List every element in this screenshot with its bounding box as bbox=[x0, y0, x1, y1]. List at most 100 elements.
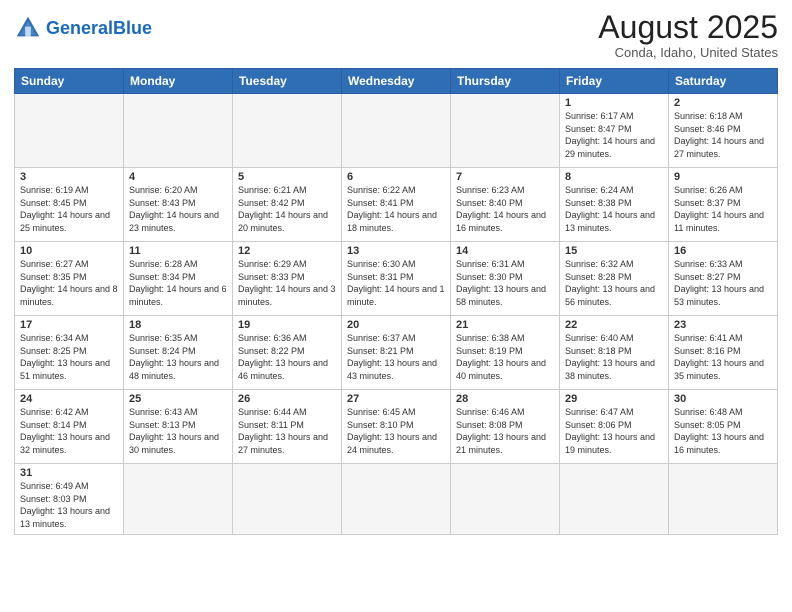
day-number: 31 bbox=[20, 467, 118, 479]
calendar-cell: 24Sunrise: 6:42 AM Sunset: 8:14 PM Dayli… bbox=[15, 390, 124, 464]
day-number: 5 bbox=[238, 171, 336, 183]
day-info: Sunrise: 6:44 AM Sunset: 8:11 PM Dayligh… bbox=[238, 406, 336, 456]
day-number: 9 bbox=[674, 171, 772, 183]
day-number: 16 bbox=[674, 245, 772, 257]
calendar-cell: 13Sunrise: 6:30 AM Sunset: 8:31 PM Dayli… bbox=[342, 242, 451, 316]
calendar-cell: 29Sunrise: 6:47 AM Sunset: 8:06 PM Dayli… bbox=[560, 390, 669, 464]
day-number: 28 bbox=[456, 393, 554, 405]
logo-icon bbox=[14, 14, 42, 42]
day-info: Sunrise: 6:18 AM Sunset: 8:46 PM Dayligh… bbox=[674, 110, 772, 160]
day-info: Sunrise: 6:48 AM Sunset: 8:05 PM Dayligh… bbox=[674, 406, 772, 456]
day-info: Sunrise: 6:20 AM Sunset: 8:43 PM Dayligh… bbox=[129, 184, 227, 234]
calendar-cell bbox=[233, 94, 342, 168]
header: GeneralBlue August 2025 Conda, Idaho, Un… bbox=[14, 10, 778, 60]
calendar-cell: 27Sunrise: 6:45 AM Sunset: 8:10 PM Dayli… bbox=[342, 390, 451, 464]
day-info: Sunrise: 6:19 AM Sunset: 8:45 PM Dayligh… bbox=[20, 184, 118, 234]
calendar-cell: 18Sunrise: 6:35 AM Sunset: 8:24 PM Dayli… bbox=[124, 316, 233, 390]
day-info: Sunrise: 6:22 AM Sunset: 8:41 PM Dayligh… bbox=[347, 184, 445, 234]
calendar-cell: 3Sunrise: 6:19 AM Sunset: 8:45 PM Daylig… bbox=[15, 168, 124, 242]
day-number: 8 bbox=[565, 171, 663, 183]
calendar-cell: 9Sunrise: 6:26 AM Sunset: 8:37 PM Daylig… bbox=[669, 168, 778, 242]
calendar-cell: 20Sunrise: 6:37 AM Sunset: 8:21 PM Dayli… bbox=[342, 316, 451, 390]
calendar-cell: 30Sunrise: 6:48 AM Sunset: 8:05 PM Dayli… bbox=[669, 390, 778, 464]
calendar-cell: 26Sunrise: 6:44 AM Sunset: 8:11 PM Dayli… bbox=[233, 390, 342, 464]
calendar-cell bbox=[451, 464, 560, 534]
day-info: Sunrise: 6:32 AM Sunset: 8:28 PM Dayligh… bbox=[565, 258, 663, 308]
calendar-cell: 10Sunrise: 6:27 AM Sunset: 8:35 PM Dayli… bbox=[15, 242, 124, 316]
day-number: 11 bbox=[129, 245, 227, 257]
day-number: 29 bbox=[565, 393, 663, 405]
calendar-cell: 2Sunrise: 6:18 AM Sunset: 8:46 PM Daylig… bbox=[669, 94, 778, 168]
weekday-header-wednesday: Wednesday bbox=[342, 69, 451, 94]
calendar-cell: 15Sunrise: 6:32 AM Sunset: 8:28 PM Dayli… bbox=[560, 242, 669, 316]
calendar-cell: 4Sunrise: 6:20 AM Sunset: 8:43 PM Daylig… bbox=[124, 168, 233, 242]
page: GeneralBlue August 2025 Conda, Idaho, Un… bbox=[0, 0, 792, 612]
day-info: Sunrise: 6:29 AM Sunset: 8:33 PM Dayligh… bbox=[238, 258, 336, 308]
day-number: 4 bbox=[129, 171, 227, 183]
day-number: 18 bbox=[129, 319, 227, 331]
day-info: Sunrise: 6:24 AM Sunset: 8:38 PM Dayligh… bbox=[565, 184, 663, 234]
logo-text: GeneralBlue bbox=[46, 19, 152, 37]
week-row-5: 24Sunrise: 6:42 AM Sunset: 8:14 PM Dayli… bbox=[15, 390, 778, 464]
calendar-cell: 1Sunrise: 6:17 AM Sunset: 8:47 PM Daylig… bbox=[560, 94, 669, 168]
day-number: 17 bbox=[20, 319, 118, 331]
day-number: 12 bbox=[238, 245, 336, 257]
day-info: Sunrise: 6:36 AM Sunset: 8:22 PM Dayligh… bbox=[238, 332, 336, 382]
day-number: 14 bbox=[456, 245, 554, 257]
day-number: 2 bbox=[674, 97, 772, 109]
calendar-cell: 5Sunrise: 6:21 AM Sunset: 8:42 PM Daylig… bbox=[233, 168, 342, 242]
calendar-cell: 19Sunrise: 6:36 AM Sunset: 8:22 PM Dayli… bbox=[233, 316, 342, 390]
day-info: Sunrise: 6:33 AM Sunset: 8:27 PM Dayligh… bbox=[674, 258, 772, 308]
calendar-cell: 12Sunrise: 6:29 AM Sunset: 8:33 PM Dayli… bbox=[233, 242, 342, 316]
calendar-cell: 14Sunrise: 6:31 AM Sunset: 8:30 PM Dayli… bbox=[451, 242, 560, 316]
calendar-cell: 22Sunrise: 6:40 AM Sunset: 8:18 PM Dayli… bbox=[560, 316, 669, 390]
day-number: 21 bbox=[456, 319, 554, 331]
calendar-cell: 11Sunrise: 6:28 AM Sunset: 8:34 PM Dayli… bbox=[124, 242, 233, 316]
day-info: Sunrise: 6:43 AM Sunset: 8:13 PM Dayligh… bbox=[129, 406, 227, 456]
calendar-cell: 25Sunrise: 6:43 AM Sunset: 8:13 PM Dayli… bbox=[124, 390, 233, 464]
logo-blue: Blue bbox=[113, 18, 152, 38]
day-number: 19 bbox=[238, 319, 336, 331]
week-row-3: 10Sunrise: 6:27 AM Sunset: 8:35 PM Dayli… bbox=[15, 242, 778, 316]
weekday-header-friday: Friday bbox=[560, 69, 669, 94]
week-row-1: 1Sunrise: 6:17 AM Sunset: 8:47 PM Daylig… bbox=[15, 94, 778, 168]
calendar-cell: 8Sunrise: 6:24 AM Sunset: 8:38 PM Daylig… bbox=[560, 168, 669, 242]
calendar-cell: 23Sunrise: 6:41 AM Sunset: 8:16 PM Dayli… bbox=[669, 316, 778, 390]
day-number: 25 bbox=[129, 393, 227, 405]
day-info: Sunrise: 6:45 AM Sunset: 8:10 PM Dayligh… bbox=[347, 406, 445, 456]
calendar-cell bbox=[233, 464, 342, 534]
logo: GeneralBlue bbox=[14, 14, 152, 42]
day-info: Sunrise: 6:46 AM Sunset: 8:08 PM Dayligh… bbox=[456, 406, 554, 456]
day-info: Sunrise: 6:49 AM Sunset: 8:03 PM Dayligh… bbox=[20, 480, 118, 530]
day-info: Sunrise: 6:27 AM Sunset: 8:35 PM Dayligh… bbox=[20, 258, 118, 308]
day-number: 6 bbox=[347, 171, 445, 183]
calendar-cell: 31Sunrise: 6:49 AM Sunset: 8:03 PM Dayli… bbox=[15, 464, 124, 534]
day-info: Sunrise: 6:42 AM Sunset: 8:14 PM Dayligh… bbox=[20, 406, 118, 456]
day-number: 3 bbox=[20, 171, 118, 183]
day-number: 27 bbox=[347, 393, 445, 405]
day-info: Sunrise: 6:35 AM Sunset: 8:24 PM Dayligh… bbox=[129, 332, 227, 382]
calendar-cell bbox=[15, 94, 124, 168]
day-info: Sunrise: 6:17 AM Sunset: 8:47 PM Dayligh… bbox=[565, 110, 663, 160]
day-number: 10 bbox=[20, 245, 118, 257]
day-info: Sunrise: 6:28 AM Sunset: 8:34 PM Dayligh… bbox=[129, 258, 227, 308]
calendar-cell: 17Sunrise: 6:34 AM Sunset: 8:25 PM Dayli… bbox=[15, 316, 124, 390]
day-number: 23 bbox=[674, 319, 772, 331]
day-info: Sunrise: 6:38 AM Sunset: 8:19 PM Dayligh… bbox=[456, 332, 554, 382]
weekday-header-row: SundayMondayTuesdayWednesdayThursdayFrid… bbox=[15, 69, 778, 94]
day-info: Sunrise: 6:21 AM Sunset: 8:42 PM Dayligh… bbox=[238, 184, 336, 234]
day-number: 26 bbox=[238, 393, 336, 405]
calendar: SundayMondayTuesdayWednesdayThursdayFrid… bbox=[14, 68, 778, 534]
day-info: Sunrise: 6:47 AM Sunset: 8:06 PM Dayligh… bbox=[565, 406, 663, 456]
weekday-header-monday: Monday bbox=[124, 69, 233, 94]
calendar-cell bbox=[342, 464, 451, 534]
logo-general: General bbox=[46, 18, 113, 38]
calendar-cell bbox=[560, 464, 669, 534]
day-number: 20 bbox=[347, 319, 445, 331]
weekday-header-thursday: Thursday bbox=[451, 69, 560, 94]
weekday-header-sunday: Sunday bbox=[15, 69, 124, 94]
calendar-cell bbox=[124, 464, 233, 534]
day-number: 24 bbox=[20, 393, 118, 405]
weekday-header-tuesday: Tuesday bbox=[233, 69, 342, 94]
calendar-cell: 21Sunrise: 6:38 AM Sunset: 8:19 PM Dayli… bbox=[451, 316, 560, 390]
